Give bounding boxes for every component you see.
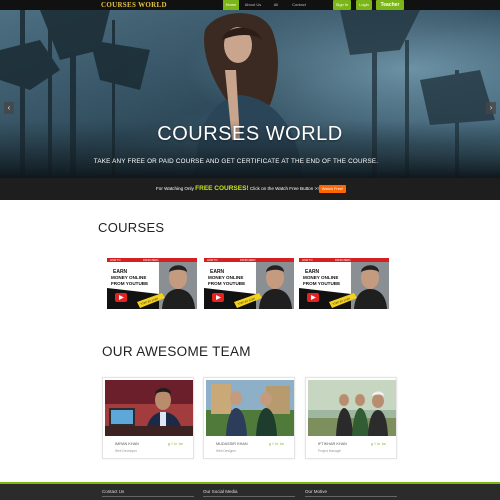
course-thumbnail: EARN MONEY ONLINE FROM YOUTUBE HOW TO FR…: [299, 258, 389, 309]
course-tag: HOW TO: [207, 258, 218, 262]
footer: Contact Us Our Social Media Our Motive: [0, 484, 500, 500]
course-tag2: FROM ZERO: [240, 258, 256, 262]
footer-contact-heading: Contact Us: [102, 489, 125, 494]
social-icons[interactable]: g f in tw: [269, 442, 284, 446]
nav-contact-link[interactable]: Contact: [289, 0, 309, 10]
promo-text: For Watching Only FREE COURSES! Click on…: [156, 185, 320, 192]
social-icons[interactable]: g f in tw: [371, 442, 386, 446]
course-tag2: FROM ZERO: [143, 258, 159, 262]
course-tag: HOW TO: [302, 258, 313, 262]
social-icons[interactable]: g f in tw: [168, 442, 183, 446]
team-heading: OUR AWESOME TEAM: [102, 344, 251, 359]
course-tag2: FROM ZERO: [335, 258, 351, 262]
footer-divider: [102, 496, 194, 497]
site-logo[interactable]: COURSES WORLD: [101, 1, 167, 9]
hero-title: COURSES WORLD: [157, 123, 343, 145]
promo-highlight: FREE COURSES!: [195, 185, 249, 192]
teacher-button[interactable]: Teacher: [376, 0, 404, 10]
carousel-prev-button[interactable]: ‹: [4, 102, 14, 114]
course-line2: MONEY ONLINE: [208, 275, 243, 280]
courses-heading: COURSES: [98, 220, 165, 235]
course-thumbnail: EARN MONEY ONLINE FROM YOUTUBE HOW TO FR…: [107, 258, 197, 309]
sign-in-button[interactable]: Sign In: [333, 0, 351, 10]
carousel-next-button[interactable]: ›: [486, 102, 496, 114]
chevron-left-icon: ‹: [7, 103, 11, 112]
team-member-card[interactable]: MUDASSIR KHAN Web Designer g f in tw: [203, 377, 295, 459]
team-member-role: Web Designer: [216, 449, 237, 453]
course-line3: FROM YOUTUBE: [303, 281, 340, 286]
course-tag: HOW TO: [110, 258, 121, 262]
team-member-name: IMRAN KHAN: [115, 442, 139, 446]
watch-free-button[interactable]: Watch Free!: [319, 185, 346, 193]
footer-divider: [203, 496, 295, 497]
course-line2: MONEY ONLINE: [303, 275, 338, 280]
promo-suffix: Click on the Watch Free Button >>: [248, 186, 320, 191]
course-line2: MONEY ONLINE: [111, 275, 146, 280]
team-member-role: Web Developer: [115, 449, 137, 453]
course-line3: FROM YOUTUBE: [111, 281, 148, 286]
hero-subtitle: TAKE ANY FREE OR PAID COURSE AND GET CER…: [93, 158, 379, 165]
team-member-name: MUDASSIR KHAN: [216, 442, 248, 446]
team-member-name: IFTIKHAR KHAN: [318, 442, 347, 446]
promo-bar: For Watching Only FREE COURSES! Click on…: [0, 178, 500, 200]
team-member-card[interactable]: IFTIKHAR KHAN Project Manager g f in tw: [305, 377, 397, 459]
course-thumbnail: EARN MONEY ONLINE FROM YOUTUBE HOW TO FR…: [204, 258, 294, 309]
login-button[interactable]: Login: [356, 0, 372, 10]
team-member-role: Project Manager: [318, 449, 342, 453]
course-card[interactable]: EARN MONEY ONLINE FROM YOUTUBE HOW TO FR…: [204, 258, 294, 309]
nav-about-link[interactable]: About Us: [243, 0, 263, 10]
course-card[interactable]: EARN MONEY ONLINE FROM YOUTUBE HOW TO FR…: [107, 258, 197, 309]
hero-carousel: ‹ › COURSES WORLD TAKE ANY FREE OR PAID …: [0, 10, 500, 178]
course-line3: FROM YOUTUBE: [208, 281, 245, 286]
team-member-photo: [206, 380, 294, 436]
hero-background-image: [0, 10, 500, 178]
team-member-photo: [308, 380, 396, 436]
team-member-card[interactable]: IMRAN KHAN Web Developer g f in tw: [102, 377, 194, 459]
nav-all-courses-link[interactable]: All Courses: [266, 0, 286, 17]
chevron-right-icon: ›: [489, 103, 493, 112]
footer-motive-heading: Our Motive: [305, 489, 328, 494]
promo-prefix: For Watching Only: [156, 186, 196, 191]
team-member-photo: [105, 380, 193, 436]
nav-home-link[interactable]: Home: [223, 0, 239, 10]
footer-social-heading: Our Social Media: [203, 489, 238, 494]
footer-divider: [305, 496, 397, 497]
top-navbar: COURSES WORLD Home About Us All Courses …: [0, 0, 500, 17]
course-card[interactable]: EARN MONEY ONLINE FROM YOUTUBE HOW TO FR…: [299, 258, 389, 309]
